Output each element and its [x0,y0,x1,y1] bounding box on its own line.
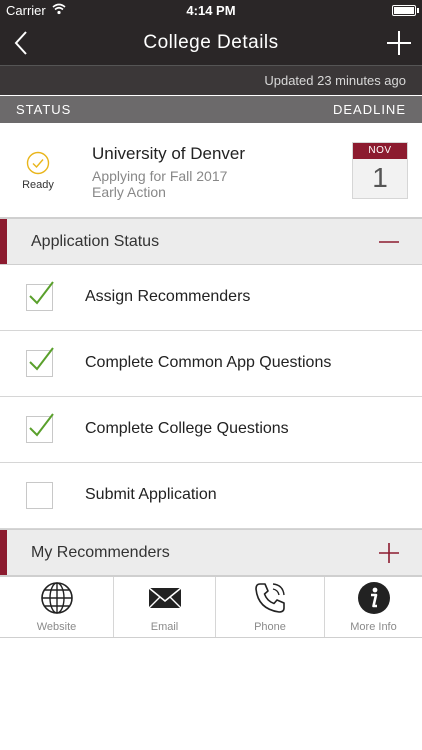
action-bar: Website Email Phone More Info [0,576,422,638]
column-headers: STATUS DEADLINE [0,96,422,123]
applying-term: Applying for Fall 2017 [92,168,228,184]
status-time: 4:14 PM [186,3,236,18]
battery-nub [417,8,419,13]
application-status-label: Application Status [31,233,160,250]
application-status-header[interactable]: Application Status [0,218,422,265]
task-row[interactable]: Complete Common App Questions [0,331,422,397]
application-type: Early Action [92,184,166,200]
deadline-header: DEADLINE [332,102,406,117]
checkmark-icon [29,413,54,437]
expand-plus-icon[interactable] [378,542,400,564]
info-icon [357,582,390,614]
envelope-icon [147,587,182,609]
collapse-minus-icon[interactable] [378,231,400,253]
my-recommenders-header[interactable]: My Recommenders [0,529,422,576]
page-title: College Details [143,32,279,53]
task-label: Complete College Questions [85,420,289,437]
checkmark-icon [29,347,54,371]
website-label: Website [36,621,77,633]
ready-check-icon [26,151,50,175]
status-header: STATUS [16,102,72,117]
nav-bar: College Details [0,22,422,65]
battery-icon [392,5,416,16]
task-row[interactable]: Submit Application [0,463,422,529]
task-label: Assign Recommenders [85,288,251,305]
task-label: Complete Common App Questions [85,354,332,371]
phone-label: Phone [254,621,286,633]
section-accent [0,530,7,575]
globe-icon [40,582,73,614]
task-checkbox[interactable] [26,482,53,509]
task-row[interactable]: Complete College Questions [0,397,422,463]
plus-icon[interactable] [384,28,414,58]
deadline-calendar: NOV 1 [352,142,408,199]
website-tab[interactable]: Website [0,577,114,637]
deadline-day: 1 [372,162,388,193]
phone-tab[interactable]: Phone [216,577,325,637]
more-info-label: More Info [350,621,397,633]
task-row[interactable]: Assign Recommenders [0,265,422,331]
my-recommenders-label: My Recommenders [31,544,170,561]
ready-label: Ready [22,179,54,191]
email-tab[interactable]: Email [114,577,216,637]
email-label: Email [150,621,179,633]
phone-icon [255,583,285,613]
section-accent [0,219,7,264]
checkmark-icon [29,281,54,305]
college-name: University of Denver [92,144,246,163]
task-label: Submit Application [85,486,217,503]
deadline-month: NOV [353,143,407,159]
college-row: Ready University of Denver Applying for … [0,123,422,218]
more-info-tab[interactable]: More Info [325,577,422,637]
updated-text: Updated 23 minutes ago [0,65,422,95]
status-bar: Carrier 4:14 PM [0,0,422,22]
